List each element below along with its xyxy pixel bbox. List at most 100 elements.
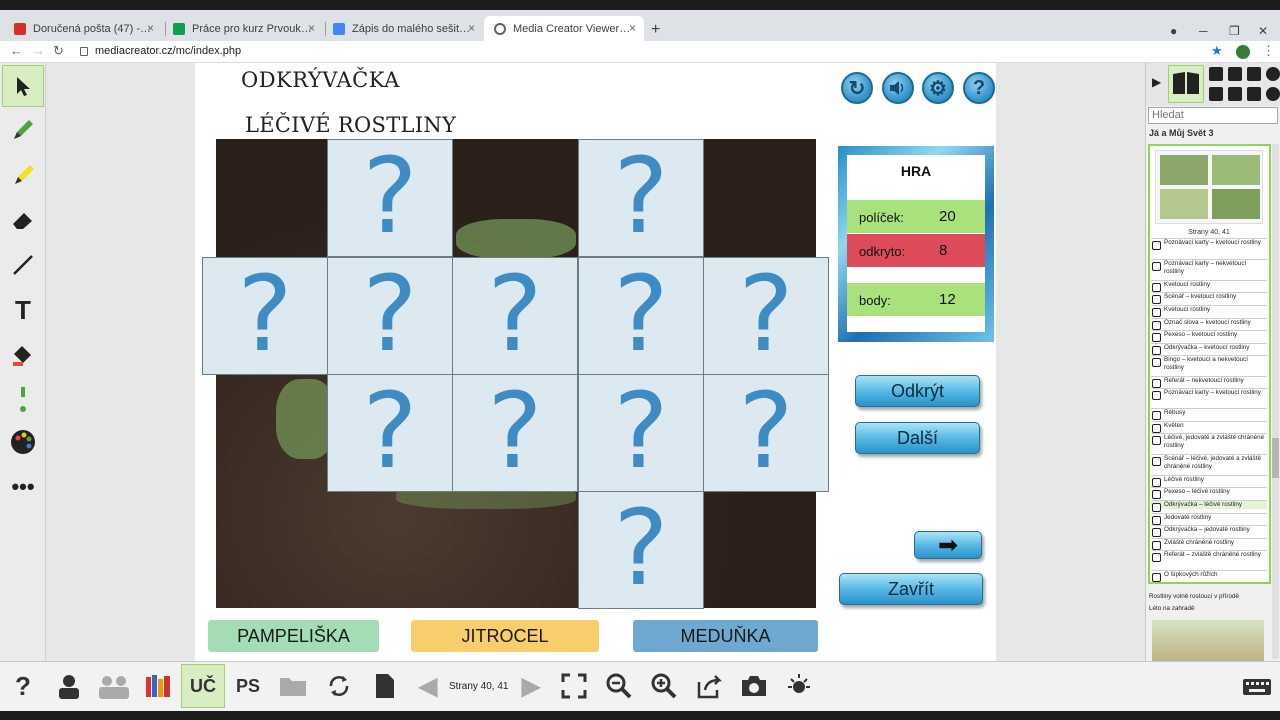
- scrollbar-thumb[interactable]: [1272, 438, 1279, 478]
- chart-icon[interactable]: [1266, 87, 1280, 101]
- profile-menu-icon[interactable]: ●: [1170, 24, 1177, 38]
- more-tools-icon[interactable]: •••: [2, 466, 44, 508]
- hidden-card[interactable]: ?: [578, 374, 704, 492]
- film-icon[interactable]: [1247, 87, 1261, 101]
- audio-icon[interactable]: [1209, 87, 1223, 101]
- select-tool-icon[interactable]: [2, 65, 44, 107]
- back-icon[interactable]: ←: [10, 43, 23, 58]
- profile-avatar[interactable]: [1236, 45, 1250, 59]
- video-icon[interactable]: [1228, 87, 1242, 101]
- previous-page-icon[interactable]: ◀: [413, 670, 443, 702]
- settings-gear-icon[interactable]: ⚙: [922, 72, 954, 104]
- uc-icon[interactable]: [1228, 67, 1242, 81]
- book-icon[interactable]: [1168, 65, 1204, 103]
- help-button[interactable]: ?: [8, 670, 38, 702]
- close-tab-icon[interactable]: ×: [629, 21, 636, 35]
- palette-icon[interactable]: [2, 421, 44, 463]
- answer-option-pampeliska[interactable]: PAMPELIŠKA: [208, 620, 379, 652]
- menu-icon[interactable]: ⋮: [1262, 43, 1275, 59]
- folder-icon[interactable]: [276, 670, 310, 702]
- list-item[interactable]: Poznávací karty – nekvetoucí rostliny: [1151, 259, 1267, 276]
- list-item[interactable]: Odkrývačka – jedovaté rostliny: [1151, 525, 1267, 537]
- list-item[interactable]: Scénář – léčivé, jedovaté a zvláště chrá…: [1151, 454, 1267, 471]
- sync-icon[interactable]: [322, 670, 356, 702]
- color-indicator[interactable]: [2, 379, 44, 421]
- list-item[interactable]: Kvetoucí rostliny: [1151, 305, 1267, 317]
- hidden-card[interactable]: ?: [578, 491, 704, 609]
- url-field[interactable]: mediacreator.cz/mc/index.php: [95, 45, 241, 57]
- sidebar-scrollbar[interactable]: [1272, 144, 1279, 659]
- close-tab-icon[interactable]: ×: [308, 21, 315, 35]
- hidden-card[interactable]: ?: [452, 374, 578, 492]
- list-item[interactable]: O šípkových růžích: [1151, 570, 1267, 582]
- zoom-in-icon[interactable]: [647, 670, 681, 702]
- eraser-tool-icon[interactable]: [2, 199, 44, 241]
- restart-icon[interactable]: ↻: [841, 72, 873, 104]
- keyboard-icon[interactable]: [1240, 670, 1274, 702]
- pencil-tool-icon[interactable]: [2, 109, 44, 151]
- bookmark-star-icon[interactable]: ★: [1211, 43, 1223, 59]
- share-icon[interactable]: [692, 670, 726, 702]
- hidden-card[interactable]: ?: [703, 374, 829, 492]
- fill-tool-icon[interactable]: [2, 334, 44, 376]
- collapse-arrow-icon[interactable]: ▶: [1152, 75, 1161, 89]
- close-tab-icon[interactable]: ×: [147, 21, 154, 35]
- list-item[interactable]: Pexeso – kvetoucí rostliny: [1151, 330, 1267, 342]
- reload-icon[interactable]: ↻: [53, 43, 64, 59]
- hidden-card[interactable]: ?: [327, 139, 453, 257]
- group-icon[interactable]: [95, 670, 133, 702]
- minimize-icon[interactable]: ─: [1199, 24, 1208, 38]
- search-input[interactable]: Hledat: [1148, 107, 1278, 124]
- hidden-card[interactable]: ?: [578, 139, 704, 257]
- library-icon[interactable]: [142, 670, 176, 702]
- hidden-card[interactable]: ?: [202, 257, 328, 375]
- close-tab-icon[interactable]: ×: [468, 21, 475, 35]
- help-icon[interactable]: ?: [963, 72, 995, 104]
- document-icon[interactable]: [368, 670, 402, 702]
- list-item[interactable]: Referát – zvláště chráněné rostliny: [1151, 550, 1267, 562]
- user-icon[interactable]: [52, 670, 86, 702]
- hidden-card[interactable]: ?: [327, 374, 453, 492]
- hidden-card[interactable]: ?: [327, 257, 453, 375]
- list-item[interactable]: Rébusy: [1151, 408, 1267, 420]
- hidden-card[interactable]: ?: [452, 257, 578, 375]
- maximize-icon[interactable]: ❐: [1229, 24, 1240, 38]
- forward-icon[interactable]: →: [32, 43, 45, 58]
- list-item[interactable]: Léčivé, jedovaté a zvláště chráněné rost…: [1151, 433, 1267, 450]
- hidden-card[interactable]: ?: [578, 257, 704, 375]
- ps-button[interactable]: PS: [231, 670, 265, 702]
- section-thumbnail[interactable]: [1152, 620, 1264, 664]
- zoom-out-icon[interactable]: [602, 670, 636, 702]
- fullscreen-icon[interactable]: [557, 670, 591, 702]
- tab-gmail[interactable]: Doručená pošta (47) - adelaskala ×: [4, 16, 162, 41]
- close-window-icon[interactable]: ✕: [1258, 24, 1268, 38]
- list-item[interactable]: Zvláště chráněné rostliny: [1151, 538, 1267, 550]
- line-tool-icon[interactable]: [2, 244, 44, 286]
- camera-icon[interactable]: [1209, 67, 1223, 81]
- spotlight-icon[interactable]: [782, 670, 816, 702]
- reveal-button[interactable]: Odkrýt: [855, 375, 980, 407]
- list-item[interactable]: Scénář – kvetoucí rostliny: [1151, 292, 1267, 304]
- tab-docs[interactable]: Zápis do malého sešitu PRV - Do ×: [323, 16, 483, 41]
- page-thumbnail[interactable]: [1155, 150, 1263, 224]
- uc-button[interactable]: UČ: [181, 664, 225, 708]
- next-page-icon[interactable]: ▶: [516, 670, 546, 702]
- section-heading[interactable]: Rostliny volně rostoucí v přírodě: [1149, 593, 1239, 600]
- list-item[interactable]: Jedovaté rostliny: [1151, 513, 1267, 525]
- list-item[interactable]: Označ slova – kvetoucí rostliny: [1151, 318, 1267, 330]
- list-item[interactable]: Květen: [1151, 421, 1267, 433]
- globe-icon[interactable]: [1266, 67, 1280, 81]
- list-item[interactable]: Poznávací karty – kvetoucí rostliny: [1151, 388, 1267, 400]
- list-item[interactable]: Poznávací karty – kvetoucí rostliny: [1151, 238, 1267, 250]
- list-item[interactable]: Bingo – kvetoucí a nekvetoucí rostliny: [1151, 355, 1267, 372]
- answer-option-medunka[interactable]: MEDUŇKA: [633, 620, 818, 652]
- tab-classroom[interactable]: Práce pro kurz Prvouka 3.C ×: [163, 16, 323, 41]
- close-button[interactable]: Zavřít: [839, 573, 983, 605]
- text-tool-icon[interactable]: T: [2, 289, 44, 331]
- list-item[interactable]: Odkrývačka – kvetoucí rostliny: [1151, 343, 1267, 355]
- new-tab-button[interactable]: +: [651, 21, 660, 39]
- list-item[interactable]: Léčivé rostliny: [1151, 475, 1267, 487]
- next-button[interactable]: Další: [855, 422, 980, 454]
- hidden-card[interactable]: ?: [703, 257, 829, 375]
- sound-icon[interactable]: [882, 72, 914, 104]
